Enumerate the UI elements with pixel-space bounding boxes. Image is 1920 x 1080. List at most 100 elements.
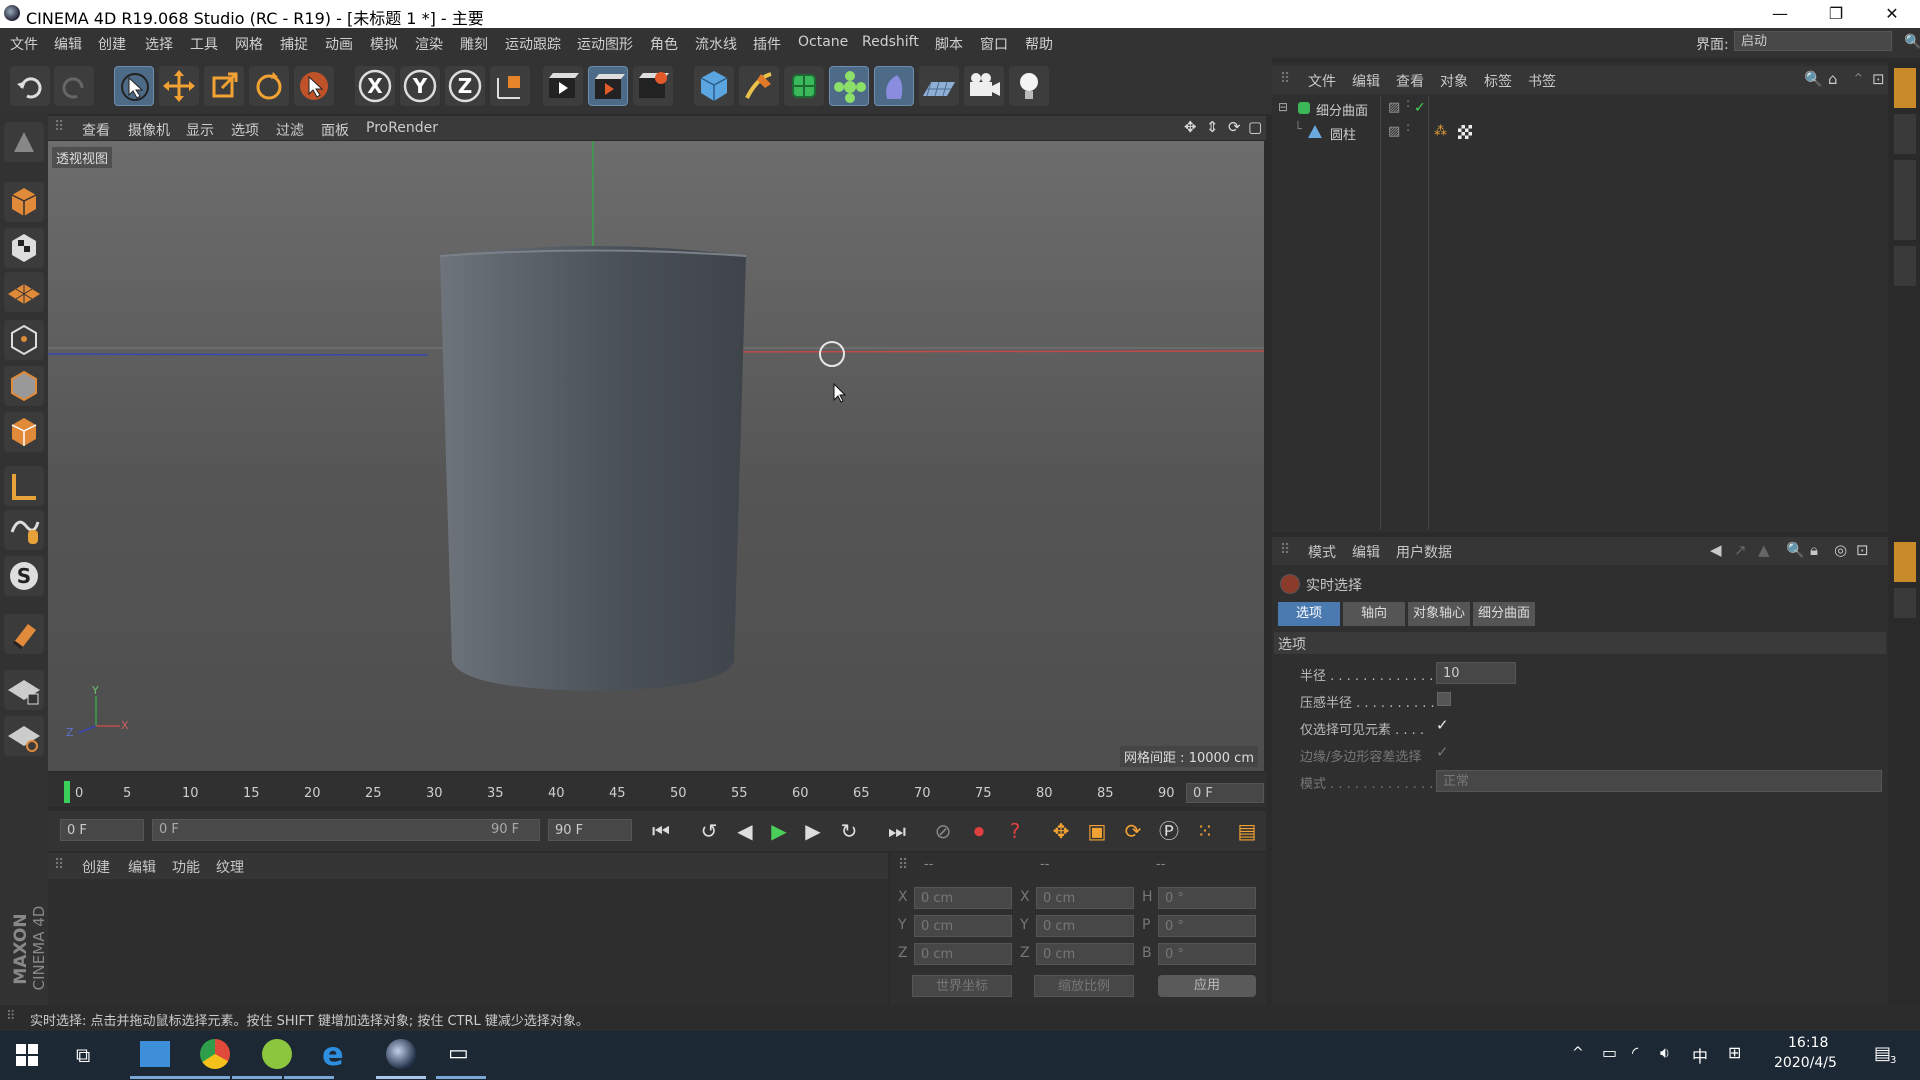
model-mode-icon[interactable] [4,182,44,222]
attr-menu-mode[interactable]: 模式 [1308,542,1336,562]
workplane-icon[interactable] [4,272,44,312]
play-icon[interactable]: ▶ [764,816,794,846]
object-name[interactable]: 圆柱 [1330,124,1356,143]
menu-script[interactable]: 脚本 [935,34,963,54]
menu-mograph[interactable]: 运动图形 [577,34,633,54]
cloner-icon[interactable] [829,66,869,106]
object-menu-view[interactable]: 查看 [1396,71,1424,91]
edge-browser-icon[interactable]: e [322,1035,344,1073]
record-keys-disabled-icon[interactable]: ⊘ [928,816,958,846]
key-parameter-icon[interactable]: Ⓟ [1154,816,1184,846]
go-to-end-icon[interactable]: ⏭ [882,816,912,846]
perspective-viewport[interactable]: 透视视图 Y X Z 网格间距 : 10000 cm [48,141,1264,771]
viewport-zoom-icon[interactable]: ⇕ [1206,118,1219,136]
back-arrow-icon[interactable]: ◀ [1710,541,1722,559]
app-green-icon[interactable] [262,1039,292,1069]
tab-subdivision[interactable]: 细分曲面 [1473,602,1535,626]
interface-select[interactable]: 启动 [1734,31,1892,51]
mode-select[interactable]: 正常 [1436,770,1882,792]
key-rotation-icon[interactable]: ⟳ [1118,816,1148,846]
viewport-menu-filter[interactable]: 过滤 [276,120,304,140]
menu-character[interactable]: 角色 [650,34,678,54]
snap-icon[interactable]: S [4,556,44,596]
key-point-level-icon[interactable]: ⁙ [1190,816,1220,846]
battery-icon[interactable]: ▭ [1602,1043,1617,1062]
render-settings-icon[interactable] [633,66,673,106]
object-row-subdivision[interactable]: ⊟ 细分曲面 ▨ : ✓ [1272,97,1888,120]
timeline-window-icon[interactable]: ▤ [1232,816,1262,846]
size-x-field[interactable]: 0 cm [1036,887,1134,909]
render-picture-viewer-icon[interactable] [588,66,628,106]
size-y-field[interactable]: 0 cm [1036,915,1134,937]
clock-date[interactable]: 2020/4/5 [1774,1055,1837,1071]
viewport-menu-panel[interactable]: 面板 [321,120,349,140]
search-icon[interactable]: 🔍 [1804,70,1823,88]
search-icon[interactable]: 🔍 [1904,34,1920,50]
current-frame-value[interactable]: 0 F [1186,783,1264,803]
viewport-maximize-icon[interactable]: ▢ [1248,118,1262,136]
menu-mesh[interactable]: 网格 [235,34,263,54]
close-button[interactable]: ✕ [1864,0,1920,28]
visible-only-checkbox[interactable]: ✓ [1436,716,1449,734]
pen-icon[interactable] [739,66,779,106]
notification-icon[interactable]: ▤ [1874,1043,1891,1064]
previous-key-icon[interactable]: ↺ [694,816,724,846]
size-mode-select[interactable]: 缩放比例 [1034,975,1134,997]
rotation-p-field[interactable]: 0 ° [1158,915,1256,937]
go-to-start-icon[interactable]: ⏮ [646,816,676,846]
rotation-h-field[interactable]: 0 ° [1158,887,1256,909]
volume-icon[interactable]: 🔉︎ [1660,1043,1670,1063]
scale-icon[interactable] [204,66,244,106]
layer-icon[interactable]: ▨ [1388,100,1400,115]
next-key-icon[interactable]: ↻ [834,816,864,846]
enabled-check-icon[interactable]: ✓ [1414,100,1426,116]
record-active-objects-icon[interactable]: ⏺ [964,816,994,846]
undo-icon[interactable] [10,66,50,106]
right-tab-takes[interactable] [1894,114,1916,154]
menu-redshift[interactable]: Redshift [862,34,919,50]
y-axis-icon[interactable]: Y [400,66,440,106]
ime-indicator[interactable]: 中 [1692,1043,1708,1067]
tab-options[interactable]: 选项 [1278,602,1340,626]
redo-icon[interactable] [54,66,94,106]
deformer-icon[interactable] [874,66,914,106]
new-window-icon[interactable]: ⊡ [1856,541,1869,559]
ime-grid-icon[interactable]: ⊞ [1728,1043,1741,1062]
object-name[interactable]: 细分曲面 [1316,100,1368,119]
floor-icon[interactable] [919,66,959,106]
task-view-icon[interactable]: ⧉ [76,1043,90,1067]
new-window-icon[interactable]: ⊡ [1872,70,1885,88]
clock-time[interactable]: 16:18 [1788,1035,1828,1051]
material-menu-texture[interactable]: 纹理 [216,857,244,877]
edges-mode-icon[interactable] [4,366,44,406]
tweak-mode-icon[interactable] [4,510,44,550]
collapse-icon[interactable]: ⊟ [1278,100,1288,114]
menu-select[interactable]: 选择 [145,34,173,54]
tab-axis[interactable]: 轴向 [1343,602,1405,626]
object-menu-objects[interactable]: 对象 [1440,71,1468,91]
menu-octane[interactable]: Octane [798,34,848,50]
restore-button[interactable]: ❐ [1808,0,1864,28]
live-select-icon[interactable] [114,66,154,106]
target-icon[interactable]: ◎ [1834,541,1847,559]
subdivision-icon[interactable] [784,66,824,106]
viewport-menu-view[interactable]: 查看 [82,120,110,140]
windows-start-icon[interactable] [16,1044,38,1066]
menu-pipeline[interactable]: 流水线 [695,34,737,54]
menu-file[interactable]: 文件 [10,34,38,54]
menu-help[interactable]: 帮助 [1025,34,1053,54]
x-axis-icon[interactable]: X [355,66,395,106]
home-icon[interactable]: ⌂ [1828,70,1838,88]
right-tab-layers[interactable] [1894,246,1916,286]
menu-animate[interactable]: 动画 [325,34,353,54]
make-editable-icon[interactable] [4,122,44,162]
playhead[interactable] [64,781,70,803]
previous-frame-icon[interactable]: ◀ [730,816,760,846]
forward-arrow-icon[interactable]: ▲ [1758,541,1770,559]
locked-workplane-icon[interactable] [4,670,44,710]
tab-object-axis[interactable]: 对象轴心 [1408,602,1470,626]
rotate-icon[interactable] [249,66,289,106]
rotation-b-field[interactable]: 0 ° [1158,943,1256,965]
lock-icon[interactable]: 🔒︎ [1810,541,1818,559]
viewport-pan-icon[interactable]: ✥ [1184,118,1197,136]
